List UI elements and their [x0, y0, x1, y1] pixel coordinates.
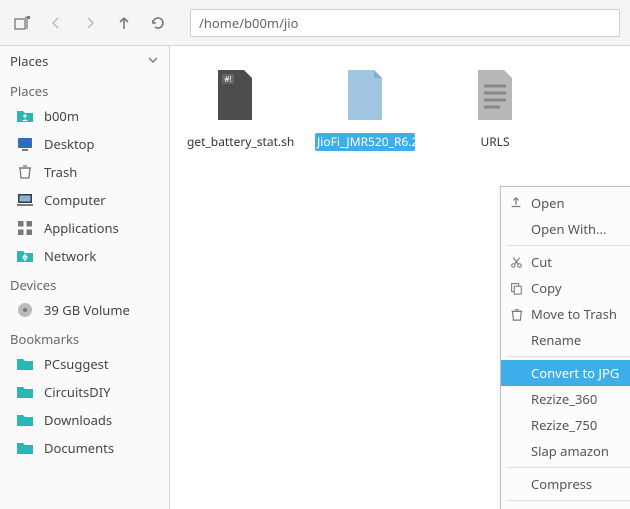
context-menu-item[interactable]: Rezize_360 — [501, 386, 630, 412]
sidebar-item[interactable]: Applications — [0, 214, 169, 242]
sidebar-item[interactable]: Desktop — [0, 130, 169, 158]
sidebar: Places Places b00m Desktop Trash Computer App… — [0, 46, 170, 509]
sidebar-item-label: Trash — [44, 163, 77, 181]
folder-icon — [16, 355, 34, 373]
context-menu-separator — [507, 245, 630, 246]
new-tab-button[interactable] — [10, 11, 34, 35]
context-menu-label: Rezize_360 — [531, 390, 597, 408]
sidebar-item-label: Downloads — [44, 411, 112, 429]
context-menu-item[interactable]: Rename — [501, 327, 630, 353]
disk-icon — [16, 301, 34, 319]
sidebar-item-label: Applications — [44, 219, 119, 237]
context-menu-label: Slap amazon — [531, 442, 609, 460]
sidebar-item[interactable]: b00m — [0, 102, 169, 130]
sidebar-section-label: Devices — [0, 270, 169, 296]
file-name: JioFi_JMR520_R6.2 — [315, 133, 415, 151]
context-menu-item[interactable]: Compress — [501, 471, 630, 497]
back-button[interactable] — [44, 11, 68, 35]
sidebar-item[interactable]: PCsuggest — [0, 350, 169, 378]
context-menu-label: Rezize_750 — [531, 416, 597, 434]
context-menu-label: Move to Trash — [531, 305, 617, 323]
sidebar-section-label: Places — [0, 76, 169, 102]
context-menu-label: Copy — [531, 279, 561, 297]
context-menu-item[interactable]: Properties — [501, 504, 630, 509]
file-item[interactable]: get_battery_stat.sh — [185, 66, 285, 151]
file-item[interactable]: URLS — [445, 66, 545, 151]
computer-icon — [16, 191, 34, 209]
file-name: URLS — [478, 133, 511, 151]
context-menu-separator — [507, 467, 630, 468]
sidebar-section-label: Bookmarks — [0, 324, 169, 350]
file-area[interactable]: get_battery_stat.sh JioFi_JMR520_R6.2 URLS… — [170, 46, 630, 509]
up-button[interactable] — [112, 11, 136, 35]
blank-icon — [509, 418, 523, 432]
sidebar-item-label: CircuitsDIY — [44, 383, 110, 401]
sidebar-item-label: Desktop — [44, 135, 95, 153]
context-menu-label: Open — [531, 194, 565, 212]
sidebar-item[interactable]: CircuitsDIY — [0, 378, 169, 406]
path-input[interactable]: /home/b00m/jio — [190, 9, 620, 37]
context-menu-separator — [507, 356, 630, 357]
image-file-icon — [335, 66, 395, 126]
sidebar-item-label: Documents — [44, 439, 114, 457]
sidebar-item[interactable]: Documents — [0, 434, 169, 462]
file-name: get_battery_stat.sh — [185, 133, 285, 151]
sidebar-item[interactable]: Downloads — [0, 406, 169, 434]
forward-button[interactable] — [78, 11, 102, 35]
sidebar-item-label: PCsuggest — [44, 355, 109, 373]
reload-button[interactable] — [146, 11, 170, 35]
context-menu-item[interactable]: Copy — [501, 275, 630, 301]
copy-icon — [509, 281, 523, 295]
sidebar-item-label: b00m — [44, 107, 79, 125]
sidebar-item-label: 39 GB Volume — [44, 301, 130, 319]
context-menu: Open Open With... Cut Copy Move to Trash Rena… — [500, 186, 630, 509]
blank-icon — [509, 366, 523, 380]
context-menu-label: Cut — [531, 253, 552, 271]
cut-icon — [509, 255, 523, 269]
folder-icon — [16, 411, 34, 429]
context-menu-label: Convert to JPG — [531, 364, 619, 382]
blank-icon — [509, 333, 523, 347]
context-menu-separator — [507, 500, 630, 501]
places-toggle-label: Places — [10, 52, 48, 70]
context-menu-item[interactable]: Cut — [501, 249, 630, 275]
context-menu-item[interactable]: Slap amazon — [501, 438, 630, 464]
folder-user-icon — [16, 107, 34, 125]
sidebar-item-label: Computer — [44, 191, 106, 209]
toolbar: /home/b00m/jio — [0, 0, 630, 46]
trash-icon — [509, 307, 523, 321]
context-menu-label: Rename — [531, 331, 581, 349]
sidebar-item[interactable]: Trash — [0, 158, 169, 186]
sidebar-item[interactable]: Computer — [0, 186, 169, 214]
script-file-icon — [205, 66, 265, 126]
context-menu-item[interactable]: Convert to JPG — [501, 360, 630, 386]
context-menu-item[interactable]: Move to Trash — [501, 301, 630, 327]
upload-icon — [509, 196, 523, 210]
places-toggle[interactable]: Places — [0, 46, 169, 76]
text-file-icon — [465, 66, 525, 126]
apps-icon — [16, 219, 34, 237]
blank-icon — [509, 222, 523, 236]
trash-icon — [16, 163, 34, 181]
sidebar-item-label: Network — [44, 247, 96, 265]
monitor-icon — [16, 135, 34, 153]
folder-icon — [16, 439, 34, 457]
sidebar-item[interactable]: Network — [0, 242, 169, 270]
blank-icon — [509, 392, 523, 406]
context-menu-item[interactable]: Rezize_750 — [501, 412, 630, 438]
chevron-down-icon — [147, 52, 159, 70]
sidebar-item[interactable]: 39 GB Volume — [0, 296, 169, 324]
network-icon — [16, 247, 34, 265]
blank-icon — [509, 444, 523, 458]
context-menu-item[interactable]: Open — [501, 190, 630, 216]
context-menu-label: Compress — [531, 475, 592, 493]
blank-icon — [509, 477, 523, 491]
context-menu-item[interactable]: Open With... — [501, 216, 630, 242]
file-item[interactable]: JioFi_JMR520_R6.2 — [315, 66, 415, 151]
folder-icon — [16, 383, 34, 401]
context-menu-label: Open With... — [531, 220, 607, 238]
